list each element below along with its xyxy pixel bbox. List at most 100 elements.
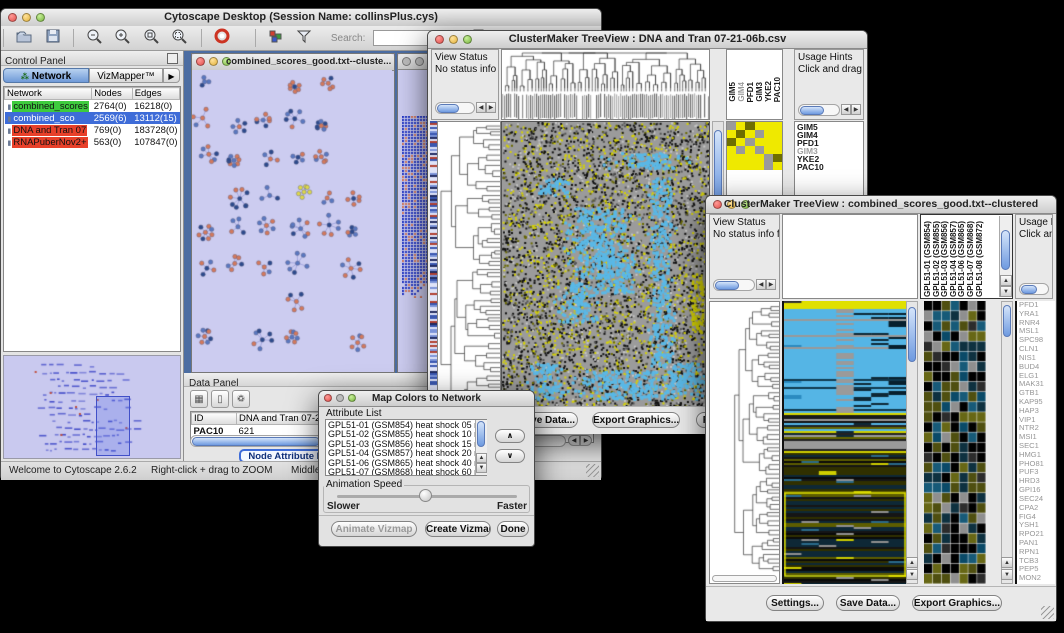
matrix-cell[interactable] (727, 146, 736, 154)
matrix-cell[interactable] (755, 162, 764, 170)
matrix-cell[interactable] (755, 130, 764, 138)
tv2-status-hscrollbar[interactable] (713, 279, 755, 291)
matrix-cell[interactable] (764, 122, 773, 130)
zoom-in-icon[interactable] (111, 28, 135, 48)
scroll-up-icon[interactable]: ▲ (1001, 557, 1013, 568)
scroll-down-icon[interactable]: ▼ (1000, 286, 1012, 297)
minimize-button[interactable] (209, 57, 218, 66)
vizmapper-icon[interactable] (264, 28, 288, 48)
scroll-down-icon[interactable]: ▼ (476, 463, 487, 473)
settings-button[interactable]: Settings... (766, 595, 824, 611)
tv1-hints-hscrollbar[interactable] (798, 104, 840, 116)
matrix-cell[interactable] (764, 162, 773, 170)
dialog-titlebar[interactable]: Map Colors to Network (319, 391, 534, 407)
matrix-cell[interactable] (764, 154, 773, 162)
attribute-listbox[interactable]: GPL51-01 (GSM854) heat shock 05 minGPL51… (325, 419, 487, 476)
zoom-selected-icon[interactable] (140, 28, 164, 48)
matrix-cell[interactable] (773, 130, 782, 138)
delete-attribute-icon[interactable]: ♽ (232, 390, 250, 408)
move-down-button[interactable]: ∨ (495, 449, 525, 463)
matrix-cell[interactable] (764, 130, 773, 138)
birdseye-viewport-rect[interactable] (96, 396, 130, 456)
matrix-cell[interactable] (727, 138, 736, 146)
matrix-cell[interactable] (773, 162, 782, 170)
scroll-right-icon[interactable]: ▶ (486, 102, 496, 113)
column-label[interactable]: GPL51-08 (GSM872) (976, 221, 985, 297)
minimize-button[interactable] (415, 57, 424, 66)
matrix-cell[interactable] (736, 138, 745, 146)
main-titlebar[interactable]: Cytoscape Desktop (Session Name: collins… (1, 9, 601, 27)
close-button[interactable] (196, 57, 205, 66)
tv1-row-dendrogram[interactable] (437, 121, 501, 431)
scroll-down-icon[interactable]: ▼ (906, 569, 918, 580)
scroll-down-icon[interactable]: ▼ (1001, 569, 1013, 580)
resize-grip[interactable] (586, 464, 599, 477)
network-view-canvas[interactable] (192, 70, 392, 370)
scroll-right-icon[interactable]: ▶ (766, 279, 776, 290)
create-vizmap-button[interactable]: Create Vizmap (425, 521, 491, 537)
matrix-cell[interactable] (736, 146, 745, 154)
network-table-header[interactable]: Network Nodes Edges (5, 88, 180, 100)
save-data-button[interactable]: Save Data... (836, 595, 900, 611)
matrix-cell[interactable] (736, 154, 745, 162)
tab-overflow-icon[interactable]: ▶ (163, 68, 180, 83)
scroll-left-icon[interactable]: ◀ (756, 279, 766, 290)
filter-icon[interactable] (292, 28, 316, 48)
tv1-heatmap[interactable] (501, 121, 710, 431)
tv2-global-heatmap[interactable] (782, 301, 906, 584)
matrix-cell[interactable] (727, 162, 736, 170)
tab-network[interactable]: ⁂ Network (3, 68, 89, 83)
matrix-cell[interactable] (745, 162, 754, 170)
matrix-cell[interactable] (745, 154, 754, 162)
matrix-cell[interactable] (773, 154, 782, 162)
tv2-collabels-vscrollbar[interactable]: ▲ ▼ (999, 216, 1012, 297)
scroll-left-icon[interactable]: ◀ (568, 435, 580, 446)
scroll-up-icon[interactable]: ▲ (1000, 275, 1012, 286)
tv2-dendro-hscrollbar[interactable] (712, 575, 777, 582)
gene-label[interactable]: MON2 (1019, 574, 1055, 583)
matrix-cell[interactable] (727, 130, 736, 138)
matrix-cell[interactable] (727, 122, 736, 130)
matrix-cell[interactable] (773, 138, 782, 146)
tv2-hints-hscrollbar[interactable] (1019, 283, 1049, 295)
matrix-cell[interactable] (755, 122, 764, 130)
save-session-icon[interactable] (41, 28, 65, 48)
matrix-cell[interactable] (736, 122, 745, 130)
scroll-left-icon[interactable]: ◀ (841, 104, 851, 115)
scroll-right-icon[interactable]: ▶ (851, 104, 861, 115)
matrix-cell[interactable] (727, 154, 736, 162)
tv2-row-dendrogram[interactable] (709, 301, 780, 584)
tv1-zoom-matrix[interactable] (727, 122, 783, 170)
export-graphics-button[interactable]: Export Graphics... (592, 412, 680, 428)
matrix-cell[interactable] (755, 154, 764, 162)
close-button[interactable] (402, 57, 411, 66)
matrix-cell[interactable] (755, 146, 764, 154)
treeview1-titlebar[interactable]: ClusterMaker TreeView : DNA and Tran 07-… (428, 31, 867, 49)
matrix-cell[interactable] (745, 138, 754, 146)
tv1-status-hscrollbar[interactable] (435, 102, 475, 114)
network-row[interactable]: ▮RNAPuberNov2+ 563(0) 107847(0) (5, 136, 180, 148)
network-window-1[interactable]: combined_scores_good.txt--cluste... (191, 53, 395, 373)
attribute-list-vscrollbar[interactable]: ▲ ▼ (475, 420, 487, 475)
matrix-cell[interactable] (736, 130, 745, 138)
zoom-out-icon[interactable] (83, 28, 107, 48)
open-file-icon[interactable] (12, 28, 36, 48)
scroll-up-icon[interactable]: ▲ (906, 557, 918, 568)
treeview2-titlebar[interactable]: ClusterMaker TreeView : combined_scores_… (706, 196, 1056, 214)
birdseye-view[interactable] (3, 355, 181, 459)
attribute-list-item[interactable]: GPL51-07 (GSM868) heat shock 60 min (328, 468, 486, 476)
matrix-cell[interactable] (745, 122, 754, 130)
animation-slider-thumb[interactable] (419, 489, 432, 502)
animate-vizmap-button[interactable]: Animate Vizmap (331, 521, 417, 537)
help-icon[interactable] (210, 28, 234, 48)
row-label[interactable]: PAC10 (797, 163, 863, 171)
network-row[interactable]: ▮DNA and Tran 07 769(0) 183728(0) (5, 124, 180, 136)
matrix-cell[interactable] (773, 122, 782, 130)
tv2-zoom-heatmap[interactable] (924, 301, 986, 584)
tv2-zoom-vscrollbar[interactable]: ▲ ▼ (1001, 301, 1013, 584)
network-row[interactable]: ▮combined_scores 2764(0) 16218(0) (5, 100, 180, 113)
tab-vizmapper[interactable]: VizMapper™ (89, 68, 163, 83)
tv2-global-vscrollbar[interactable]: ▲ ▼ (906, 301, 918, 584)
matrix-cell[interactable] (745, 146, 754, 154)
scroll-right-icon[interactable]: ▶ (580, 435, 592, 446)
